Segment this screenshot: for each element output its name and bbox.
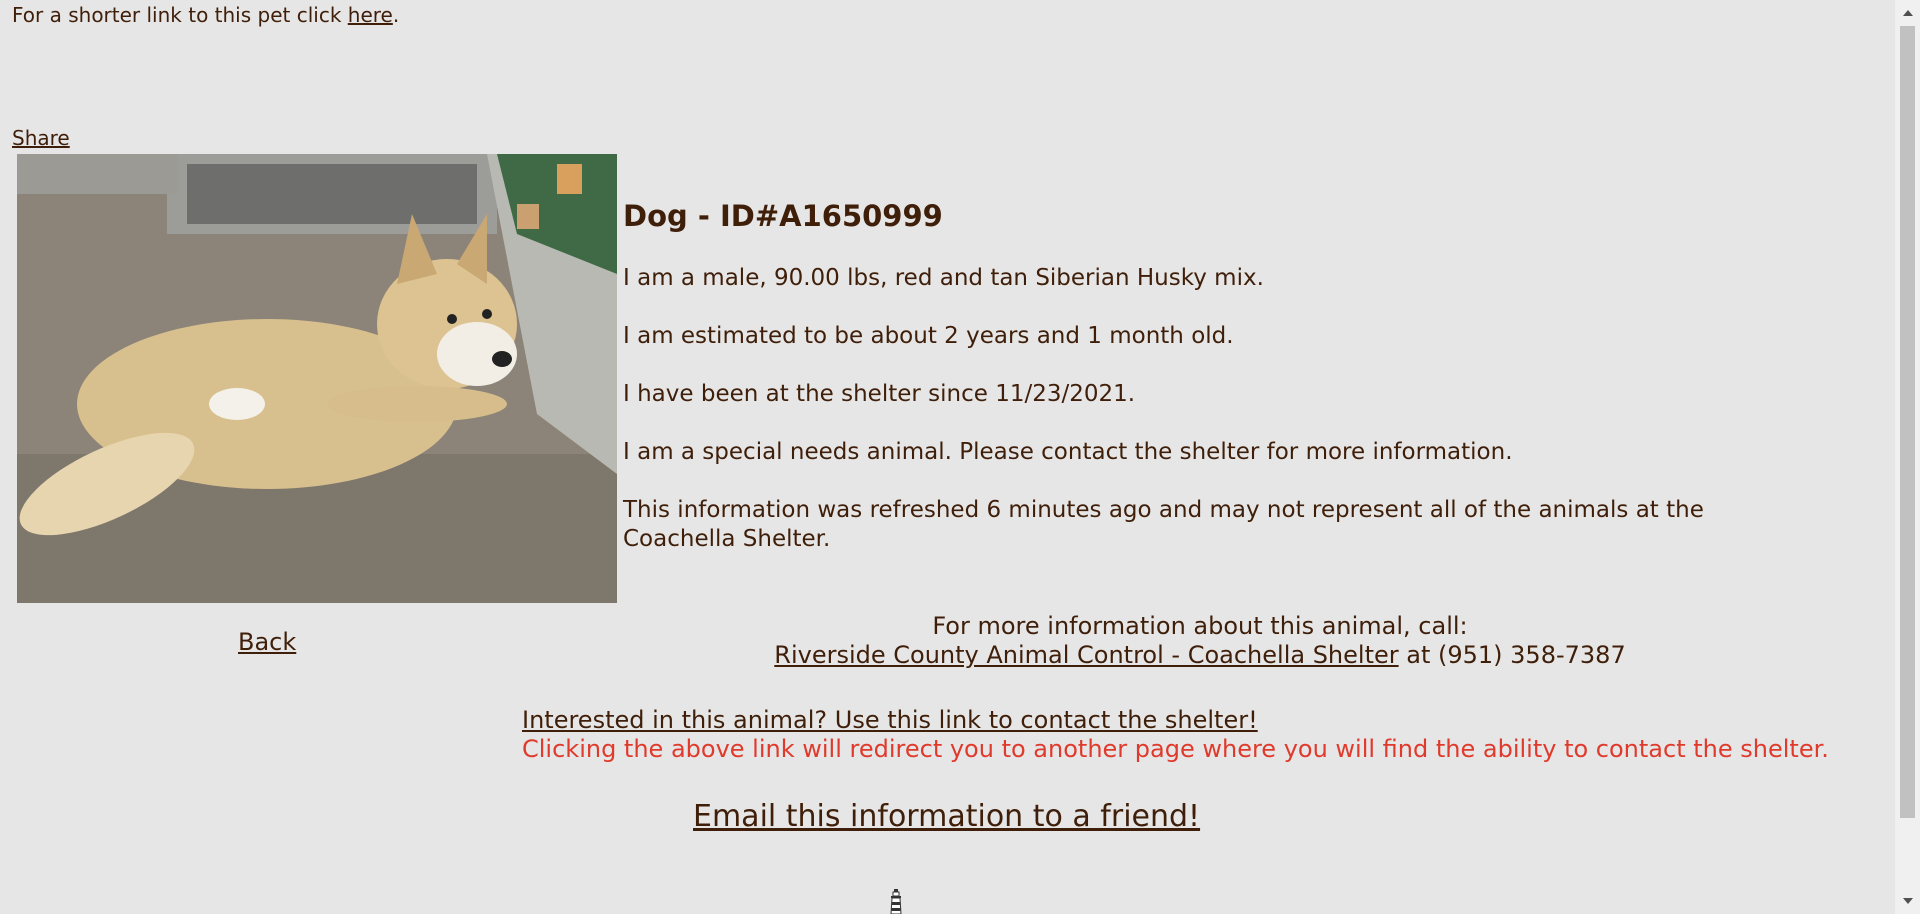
scroll-down-arrow-icon[interactable] bbox=[1895, 891, 1920, 911]
contact-shelter-link[interactable]: Interested in this animal? Use this link… bbox=[522, 706, 1258, 734]
short-link-suffix: . bbox=[392, 3, 400, 27]
back-link[interactable]: Back bbox=[238, 626, 296, 658]
interest-section: Interested in this animal? Use this link… bbox=[522, 706, 1829, 764]
scroll-up-arrow-icon[interactable] bbox=[1895, 3, 1920, 23]
shelter-link[interactable]: Riverside County Animal Control - Coache… bbox=[774, 641, 1398, 669]
animal-info: Dog - ID#A1650999 I am a male, 90.00 lbs… bbox=[623, 196, 1803, 583]
animal-title: Dog - ID#A1650999 bbox=[623, 199, 943, 233]
redirect-warning: Clicking the above link will redirect yo… bbox=[522, 735, 1829, 763]
special-needs-note: I am a special needs animal. Please cont… bbox=[623, 439, 1513, 465]
contact-section: For more information about this animal, … bbox=[623, 612, 1777, 670]
email-friend-link[interactable]: Email this information to a friend! bbox=[693, 798, 1200, 836]
share-link[interactable]: Share bbox=[12, 125, 70, 151]
shelter-contact-line: Riverside County Animal Control - Coache… bbox=[623, 641, 1777, 670]
page: For a shorter link to this pet click her… bbox=[0, 0, 1920, 914]
animal-age: I am estimated to be about 2 years and 1… bbox=[623, 323, 1234, 349]
vertical-scrollbar[interactable] bbox=[1895, 0, 1920, 914]
animal-description: I am a male, 90.00 lbs, red and tan Sibe… bbox=[623, 265, 1264, 291]
lighthouse-icon bbox=[890, 889, 902, 914]
shelter-phone: at (951) 358-7387 bbox=[1398, 641, 1626, 669]
dog-photo-illustration bbox=[17, 154, 617, 603]
call-prompt: For more information about this animal, … bbox=[932, 612, 1468, 640]
short-link-line: For a shorter link to this pet click her… bbox=[12, 2, 399, 28]
scroll-thumb[interactable] bbox=[1900, 26, 1915, 818]
refresh-note: This information was refreshed 6 minutes… bbox=[623, 497, 1704, 552]
pet-photo bbox=[17, 154, 617, 603]
animal-intake-date: I have been at the shelter since 11/23/2… bbox=[623, 381, 1136, 407]
short-link-here[interactable]: here bbox=[348, 3, 393, 27]
short-link-prefix: For a shorter link to this pet click bbox=[12, 3, 348, 27]
